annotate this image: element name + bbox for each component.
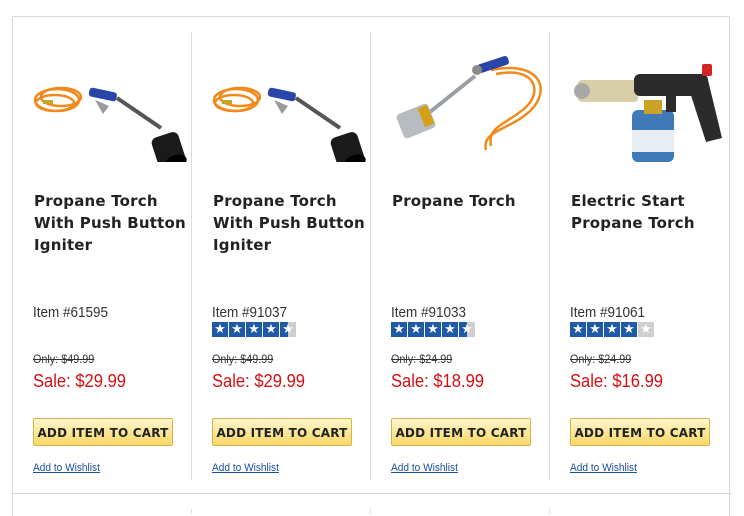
original-price: Only: $49.99 [212,352,274,366]
product-title[interactable]: Electric Start Propane Torch [571,190,731,234]
column-divider [191,509,192,514]
product-card: Electric Start Propane Torch Item #91061… [570,32,740,487]
star-icon: ★ [570,322,586,337]
electric-start-torch-with-cylinder-icon [574,64,722,162]
column-divider [549,509,550,514]
column-divider [370,509,371,514]
product-image[interactable] [33,50,193,162]
original-price: Only: $24.99 [570,352,632,366]
product-image[interactable] [212,50,372,162]
original-price: Only: $49.99 [33,352,95,366]
add-to-cart-button[interactable]: ADD ITEM TO CART [570,418,710,446]
item-number: Item #91033 [391,304,467,321]
sale-price: Sale: $18.99 [391,371,485,391]
add-to-cart-button[interactable]: ADD ITEM TO CART [212,418,352,446]
item-number: Item #91037 [212,304,288,321]
product-title[interactable]: Propane Torch [392,190,552,212]
add-to-wishlist-link[interactable]: Add to Wishlist [570,462,637,474]
star-icon: ★ [391,322,407,337]
propane-torch-orange-hose-icon [33,86,187,162]
row-divider [12,493,731,494]
propane-torch-orange-hose-icon [212,86,366,162]
product-card: Propane Torch With Push Button Igniter I… [212,32,382,487]
product-image[interactable] [391,50,551,162]
star-icon: ★ [229,322,245,337]
star-icon: ★ [408,322,424,337]
product-image[interactable] [570,50,730,162]
star-icon: ★ [442,322,458,337]
star-icon: ★ [246,322,262,337]
star-icon: ★ [604,322,620,337]
star-rating: ★ ★ ★ ★ ★ [212,322,296,337]
star-icon: ★ [587,322,603,337]
item-number: Item #61595 [33,304,109,321]
product-card: Propane Torch Item #91033 ★ ★ ★ ★ ★ Only… [391,32,561,487]
add-to-wishlist-link[interactable]: Add to Wishlist [391,462,458,474]
half-star-icon: ★ [459,322,475,337]
sale-price: Sale: $29.99 [212,371,306,391]
add-to-cart-button[interactable]: ADD ITEM TO CART [391,418,531,446]
empty-star-icon: ★ [638,322,654,337]
original-price: Only: $24.99 [391,352,453,366]
propane-torch-silver-nozzle-icon [396,56,542,151]
product-card: Propane Torch With Push Button Igniter I… [33,32,203,487]
product-title[interactable]: Propane Torch With Push Button Igniter [213,190,373,256]
star-icon: ★ [212,322,228,337]
sale-price: Sale: $16.99 [570,371,664,391]
star-icon: ★ [263,322,279,337]
star-rating: ★ ★ ★ ★ ★ [391,322,475,337]
star-icon: ★ [621,322,637,337]
product-title[interactable]: Propane Torch With Push Button Igniter [34,190,194,256]
item-number: Item #91061 [570,304,646,321]
star-icon: ★ [425,322,441,337]
half-star-icon: ★ [280,322,296,337]
add-to-wishlist-link[interactable]: Add to Wishlist [33,462,100,474]
star-rating: ★ ★ ★ ★ ★ [570,322,654,337]
add-to-cart-button[interactable]: ADD ITEM TO CART [33,418,173,446]
add-to-wishlist-link[interactable]: Add to Wishlist [212,462,279,474]
sale-price: Sale: $29.99 [33,371,127,391]
